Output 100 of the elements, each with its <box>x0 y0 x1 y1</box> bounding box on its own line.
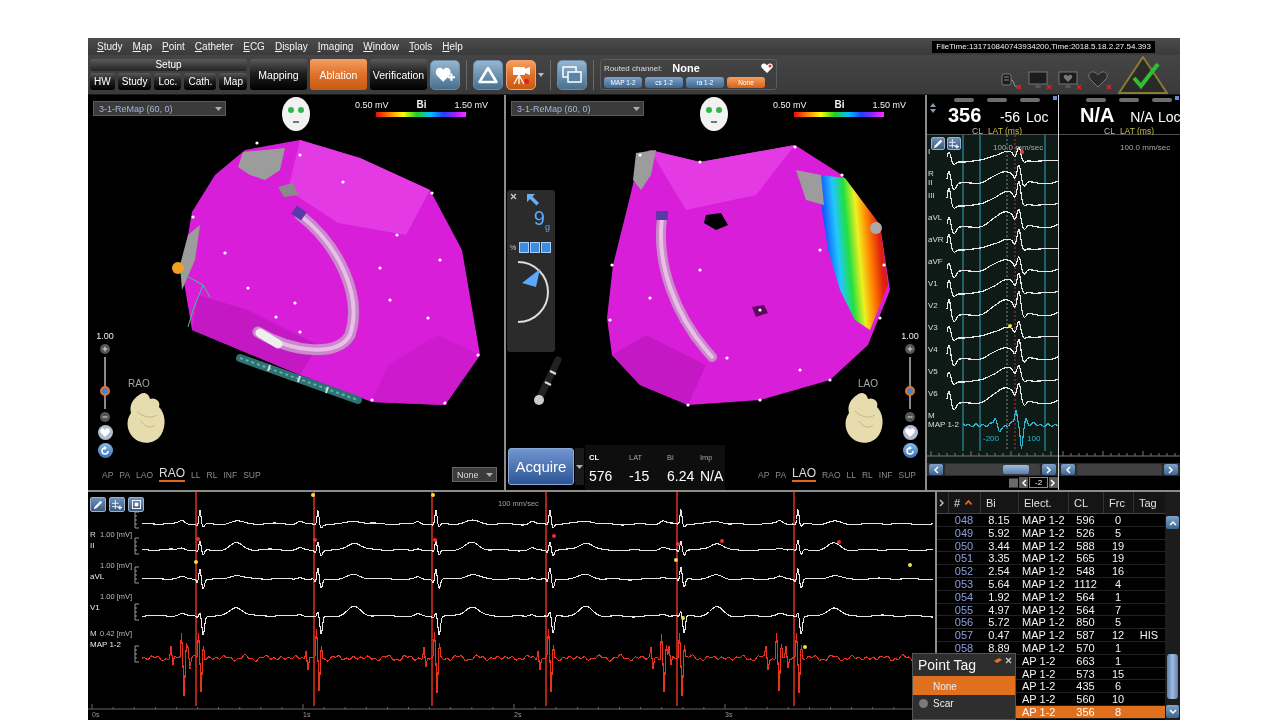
sort-arrows-icon[interactable] <box>930 103 936 113</box>
scroll-right-button[interactable] <box>1042 464 1056 475</box>
zoom-slider-thumb[interactable] <box>100 386 110 397</box>
drag-handle[interactable] <box>1086 98 1106 102</box>
table-row[interactable]: 052 2.54 MAP 1-2 548 16 <box>937 565 1165 578</box>
close-icon[interactable] <box>510 193 517 200</box>
view-button[interactable]: SUP <box>243 470 261 482</box>
workflow-tab[interactable]: Mapping <box>250 59 307 90</box>
workflow-tab[interactable]: Verification <box>370 59 427 90</box>
scrollbar-track[interactable] <box>1165 492 1180 720</box>
zoom-in-icon[interactable] <box>905 344 915 354</box>
map-dropdown[interactable]: 3-1-ReMap (60, 0) <box>511 101 644 116</box>
view-button[interactable]: SUP <box>898 470 917 482</box>
setup-button[interactable]: Cath. <box>184 73 217 90</box>
plug-icon[interactable] <box>998 70 1022 90</box>
column-header[interactable]: Frc <box>1103 492 1133 513</box>
table-row[interactable]: 049 5.92 MAP 1-2 526 5 <box>937 526 1165 540</box>
column-header[interactable]: # <box>948 492 980 513</box>
menu-item[interactable]: Catheter <box>194 41 234 52</box>
view-button[interactable]: LL <box>846 470 856 482</box>
triangle-button[interactable] <box>473 59 503 90</box>
chevron-right-icon[interactable] <box>939 498 945 507</box>
view-button[interactable]: RAO <box>159 466 186 482</box>
menu-item[interactable]: ECG <box>243 41 265 52</box>
column-header[interactable]: CL <box>1068 492 1103 513</box>
view-button[interactable]: PA <box>119 470 131 482</box>
table-row[interactable]: 048 8.15 MAP 1-2 596 0 <box>937 514 1165 527</box>
layer-dropdown[interactable]: None <box>452 467 497 482</box>
menu-item[interactable]: Window <box>363 41 399 52</box>
view-button[interactable]: LAO <box>136 470 154 482</box>
view-button[interactable]: AP <box>102 470 114 482</box>
view-button[interactable]: PA <box>775 470 787 482</box>
acquire-button[interactable]: Acquire <box>508 448 574 485</box>
heart-view-button[interactable] <box>902 425 918 440</box>
windows-button[interactable] <box>557 59 587 90</box>
grid-plus-button[interactable] <box>109 497 125 512</box>
setup-button[interactable]: Study <box>117 73 152 90</box>
drag-handle[interactable] <box>1119 98 1139 102</box>
menu-item[interactable]: Help <box>442 41 463 52</box>
check-triangle-icon[interactable] <box>1118 55 1168 94</box>
scroll-right-button[interactable] <box>1164 464 1178 475</box>
heart-view-button[interactable] <box>97 425 113 440</box>
zoom-slider-thumb[interactable] <box>905 386 915 397</box>
zoom-in-icon[interactable] <box>100 344 110 354</box>
view-button[interactable]: LAO <box>792 466 817 482</box>
next-button[interactable] <box>1048 477 1058 488</box>
scroll-left-button[interactable] <box>1061 464 1075 475</box>
view-button[interactable]: RL <box>206 470 218 482</box>
scroll-left-button[interactable] <box>929 464 943 475</box>
menu-item[interactable]: Map <box>132 41 153 52</box>
square-button[interactable] <box>128 497 144 512</box>
drag-handle[interactable] <box>954 98 974 102</box>
rotate-button[interactable] <box>902 443 918 458</box>
monitor-icon[interactable] <box>1028 70 1052 90</box>
table-row[interactable]: 056 5.72 MAP 1-2 850 5 <box>937 616 1165 630</box>
zoom-out-icon[interactable] <box>905 412 915 422</box>
grid-plus-button[interactable] <box>947 137 961 150</box>
table-row[interactable]: 051 3.35 MAP 1-2 565 19 <box>937 552 1165 566</box>
menu-item[interactable]: Tools <box>408 41 433 52</box>
drag-handle[interactable] <box>987 98 1007 102</box>
table-row[interactable]: 054 1.92 MAP 1-2 564 1 <box>937 590 1165 604</box>
scroll-down-button[interactable] <box>1166 705 1179 718</box>
square-icon[interactable] <box>1009 477 1019 488</box>
marker-icon[interactable] <box>994 658 1002 663</box>
monitor-heart-icon[interactable] <box>1058 70 1082 90</box>
setup-button[interactable]: HW <box>90 73 115 90</box>
setup-button[interactable]: Loc. <box>154 73 182 90</box>
drag-handle[interactable] <box>1020 98 1040 102</box>
menu-item[interactable]: Study <box>97 41 123 52</box>
table-row[interactable]: 057 0.47 MAP 1-2 587 12 HIS <box>937 629 1165 642</box>
rotate-button[interactable] <box>97 443 113 458</box>
view-button[interactable]: INF <box>878 470 893 482</box>
heart-plus-button[interactable] <box>430 59 460 90</box>
setup-button[interactable]: Map <box>219 73 247 90</box>
table-row[interactable]: 050 3.44 MAP 1-2 588 19 <box>937 539 1165 553</box>
heart-icon[interactable] <box>761 63 773 73</box>
drag-handle[interactable] <box>1152 98 1172 102</box>
close-icon[interactable] <box>1005 657 1012 664</box>
column-header[interactable]: Bi <box>980 492 1018 513</box>
camera-button[interactable] <box>506 59 536 90</box>
pencil-button[interactable] <box>931 137 945 150</box>
column-header[interactable]: Elect. <box>1018 492 1068 513</box>
menu-item[interactable]: Display <box>274 41 308 52</box>
page-field[interactable]: -2 <box>1029 477 1048 488</box>
scrollbar-thumb[interactable] <box>1167 654 1178 699</box>
previous-button[interactable] <box>1019 477 1029 488</box>
table-row[interactable]: 053 5.64 MAP 1-2 1112 4 <box>937 578 1165 591</box>
menu-item[interactable]: Imaging <box>317 41 354 52</box>
scroll-up-button[interactable] <box>1166 516 1179 529</box>
acquire-menu-button[interactable] <box>575 448 584 485</box>
view-button[interactable]: RL <box>861 470 873 482</box>
map-dropdown[interactable]: 3-1-ReMap (60, 0) <box>93 101 226 116</box>
scrollbar-thumb[interactable] <box>1003 465 1029 474</box>
table-row[interactable]: 055 4.97 MAP 1-2 564 7 <box>937 603 1165 617</box>
view-button[interactable]: LL <box>191 470 201 482</box>
view-button[interactable]: INF <box>223 470 238 482</box>
pencil-button[interactable] <box>90 497 106 512</box>
menu-item[interactable]: Point <box>162 41 185 52</box>
view-button[interactable]: RAO <box>822 470 841 482</box>
view-button[interactable]: AP <box>758 470 770 482</box>
